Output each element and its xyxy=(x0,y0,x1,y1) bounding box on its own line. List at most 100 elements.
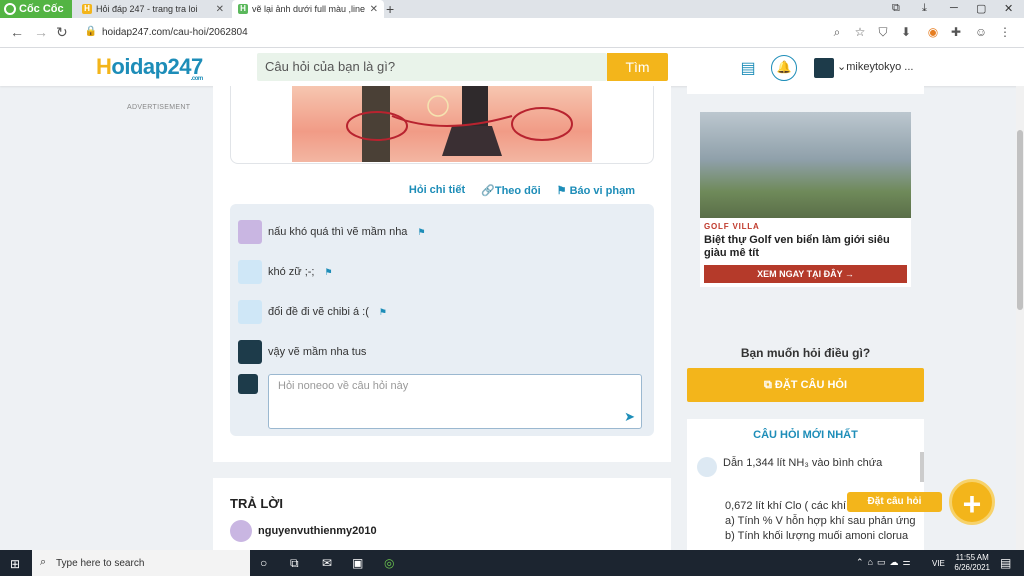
site-logo[interactable]: Hoidap247 .com xyxy=(96,54,203,82)
tab-current-question[interactable]: H vẽ lại ảnh dưới full màu ,line ✕ xyxy=(232,0,384,18)
link-icon: 🔗 xyxy=(481,185,495,197)
answers-title: TRẢ LỜI xyxy=(230,496,283,511)
list-scrollbar[interactable] xyxy=(920,452,924,482)
avatar[interactable] xyxy=(238,300,262,324)
mail-icon[interactable]: ✉ xyxy=(322,556,332,570)
report-flag-icon[interactable]: ⚑ xyxy=(379,307,387,318)
advertisement-label: ADVERTISEMENT xyxy=(127,104,191,111)
download-arrow-icon[interactable]: ⬇ xyxy=(899,25,913,39)
question-card: Hỏi chi tiết 🔗Theo dõi ⚑ Báo vi phạm nấu… xyxy=(213,86,671,462)
task-view-icon[interactable]: ⧉ xyxy=(290,556,299,571)
store-icon[interactable]: ▣ xyxy=(352,556,363,570)
newest-title: CÂU HỎI MỚI NHẤT xyxy=(753,429,858,441)
ad-headline[interactable]: Biệt thự Golf ven biển làm giới siêu già… xyxy=(704,234,909,260)
ask-question-button[interactable]: ⧉ ĐẶT CÂU HỎI xyxy=(687,368,924,402)
right-panel-edge xyxy=(687,86,924,94)
bell-icon[interactable]: 🔔 xyxy=(771,55,797,81)
report-link[interactable]: ⚑ Báo vi phạm xyxy=(557,184,635,197)
windows-start-icon[interactable]: ⊞ xyxy=(10,557,20,571)
tab-title: Hỏi đáp 247 - trang tra loi xyxy=(96,4,198,14)
avatar xyxy=(697,457,717,477)
zoom-icon[interactable]: ⌕ xyxy=(830,25,844,39)
newest-questions: CÂU HỎI MỚI NHẤT Dẫn 1,344 lít NH₃ vào b… xyxy=(687,419,924,558)
minimize-icon[interactable]: ─ xyxy=(950,2,958,14)
comment-text: nấu khó quá thì vẽ mầm nha xyxy=(268,226,408,238)
search-button[interactable]: Tìm xyxy=(607,53,668,81)
comment-input[interactable]: Hỏi noneoo về câu hỏi này ➤ xyxy=(268,374,642,429)
puzzle-icon[interactable]: ✚ xyxy=(949,25,963,39)
search-input[interactable]: Câu hỏi của bạn là gì? xyxy=(257,53,607,81)
comment-item: nấu khó quá thì vẽ mầm nha ⚑ xyxy=(238,220,426,244)
coccoc-taskbar-icon[interactable]: ◎ xyxy=(384,556,394,570)
answers-card: TRẢ LỜI nguyenvuthienmy2010 xyxy=(213,478,671,558)
menu-icon[interactable]: ⋮ xyxy=(998,25,1012,39)
ad-cta-button[interactable]: XEM NGAY TẠI ĐÂY → xyxy=(704,265,907,283)
site-header: Hoidap247 .com Câu hỏi của bạn là gì? Tì… xyxy=(0,48,1024,86)
coccoc-logo-icon xyxy=(4,3,16,15)
language-indicator[interactable]: VIE xyxy=(932,559,945,568)
username[interactable]: ⌄mikeytokyo ... xyxy=(837,60,913,73)
tab-hoidap-home[interactable]: H Hỏi đáp 247 - trang tra loi ✕ xyxy=(76,0,230,18)
avatar[interactable] xyxy=(238,340,262,364)
comment-item: vậy vẽ mầm nha tus xyxy=(238,340,366,364)
report-flag-icon[interactable]: ⚑ xyxy=(325,267,333,278)
floating-add-button[interactable]: + xyxy=(949,479,995,525)
profile-icon[interactable]: ☺ xyxy=(974,25,988,39)
chat-icon[interactable]: ▤ xyxy=(737,58,759,80)
comment-item: đổi đề đi vẽ chibi á :( ⚑ xyxy=(238,300,387,324)
avatar[interactable] xyxy=(238,220,262,244)
avatar[interactable] xyxy=(238,260,262,284)
reading-mode-icon[interactable]: ⧉ xyxy=(892,2,900,15)
tab-close-icon[interactable]: ✕ xyxy=(370,4,378,15)
answerer-name[interactable]: nguyenvuthienmy2010 xyxy=(258,525,377,537)
scrollbar-thumb[interactable] xyxy=(1017,130,1023,310)
page-scrollbar[interactable] xyxy=(1016,86,1024,550)
browser-brand-label: Cốc Cốc xyxy=(19,3,64,15)
maximize-icon[interactable]: ▢ xyxy=(976,2,986,15)
notification-icon[interactable]: ▤ xyxy=(1000,556,1011,570)
sponsored-ad[interactable]: GOLF VILLA Biệt thự Golf ven biển làm gi… xyxy=(700,112,911,287)
shield-icon[interactable]: ⛉ xyxy=(876,25,890,39)
floating-ask-label[interactable]: Đặt câu hỏi xyxy=(847,492,942,512)
chevron-down-icon: ⌄ xyxy=(837,61,847,73)
browser-brand-button[interactable]: Cốc Cốc xyxy=(0,0,72,18)
question-text: Dẫn 1,344 lít NH₃ vào bình chứa xyxy=(723,457,883,469)
report-flag-icon[interactable]: ⚑ xyxy=(417,227,425,238)
question-image-frame xyxy=(230,86,654,164)
bookmark-star-icon[interactable]: ☆ xyxy=(853,25,867,39)
ask-prompt: Bạn muốn hỏi điều gì? xyxy=(740,346,871,360)
hoidap-favicon-icon: H xyxy=(82,4,92,14)
ad-tag: GOLF VILLA xyxy=(704,222,760,231)
answerer: nguyenvuthienmy2010 xyxy=(230,520,377,542)
send-icon[interactable]: ➤ xyxy=(624,409,635,425)
add-question-icon: ⧉ xyxy=(763,379,775,391)
url-field[interactable]: hoidap247.com/cau-hoi/2062804 xyxy=(102,27,248,38)
close-window-icon[interactable]: ✕ xyxy=(1004,2,1013,15)
windows-taskbar: ⊞ ⌕ Type here to search ○ ⧉ ✉ ▣ ◎ ⌃⌂▭☁⚌ … xyxy=(0,550,1024,576)
list-item[interactable]: Dẫn 1,344 lít NH₃ vào bình chứa xyxy=(697,457,882,477)
ask-detail-link[interactable]: Hỏi chi tiết xyxy=(409,184,465,197)
taskbar-search[interactable]: ⌕ Type here to search xyxy=(32,550,250,576)
browser-tab-bar: Cốc Cốc H Hỏi đáp 247 - trang tra loi ✕ … xyxy=(0,0,1024,18)
comment-item: khó zữ ;-; ⚑ xyxy=(238,260,333,284)
tab-close-icon[interactable]: ✕ xyxy=(216,4,224,15)
avatar[interactable] xyxy=(230,520,252,542)
cortana-icon[interactable]: ○ xyxy=(260,556,267,570)
search-icon: ⌕ xyxy=(40,556,47,568)
reload-icon[interactable]: ↻ xyxy=(56,24,68,41)
extension-icon[interactable]: ◉ xyxy=(926,25,940,39)
forward-arrow-icon[interactable]: → xyxy=(34,24,48,40)
tab-title: vẽ lại ảnh dưới full màu ,line xyxy=(252,4,365,14)
comments-section: nấu khó quá thì vẽ mầm nha ⚑ khó zữ ;-; … xyxy=(230,204,654,436)
system-tray[interactable]: ⌃⌂▭☁⚌ xyxy=(856,557,915,568)
clock[interactable]: 11:55 AM 6/26/2021 xyxy=(954,553,990,573)
follow-link[interactable]: 🔗Theo dõi xyxy=(481,184,541,197)
flag-icon: ⚑ xyxy=(556,185,570,197)
download-icon[interactable]: ⤓ xyxy=(922,2,927,15)
avatar[interactable] xyxy=(814,58,834,78)
lock-icon[interactable]: 🔒 xyxy=(84,25,98,39)
question-image[interactable] xyxy=(292,86,592,162)
ad-image[interactable] xyxy=(700,112,911,218)
back-arrow-icon[interactable]: ← xyxy=(10,24,24,40)
new-tab-icon[interactable]: + xyxy=(386,1,394,17)
